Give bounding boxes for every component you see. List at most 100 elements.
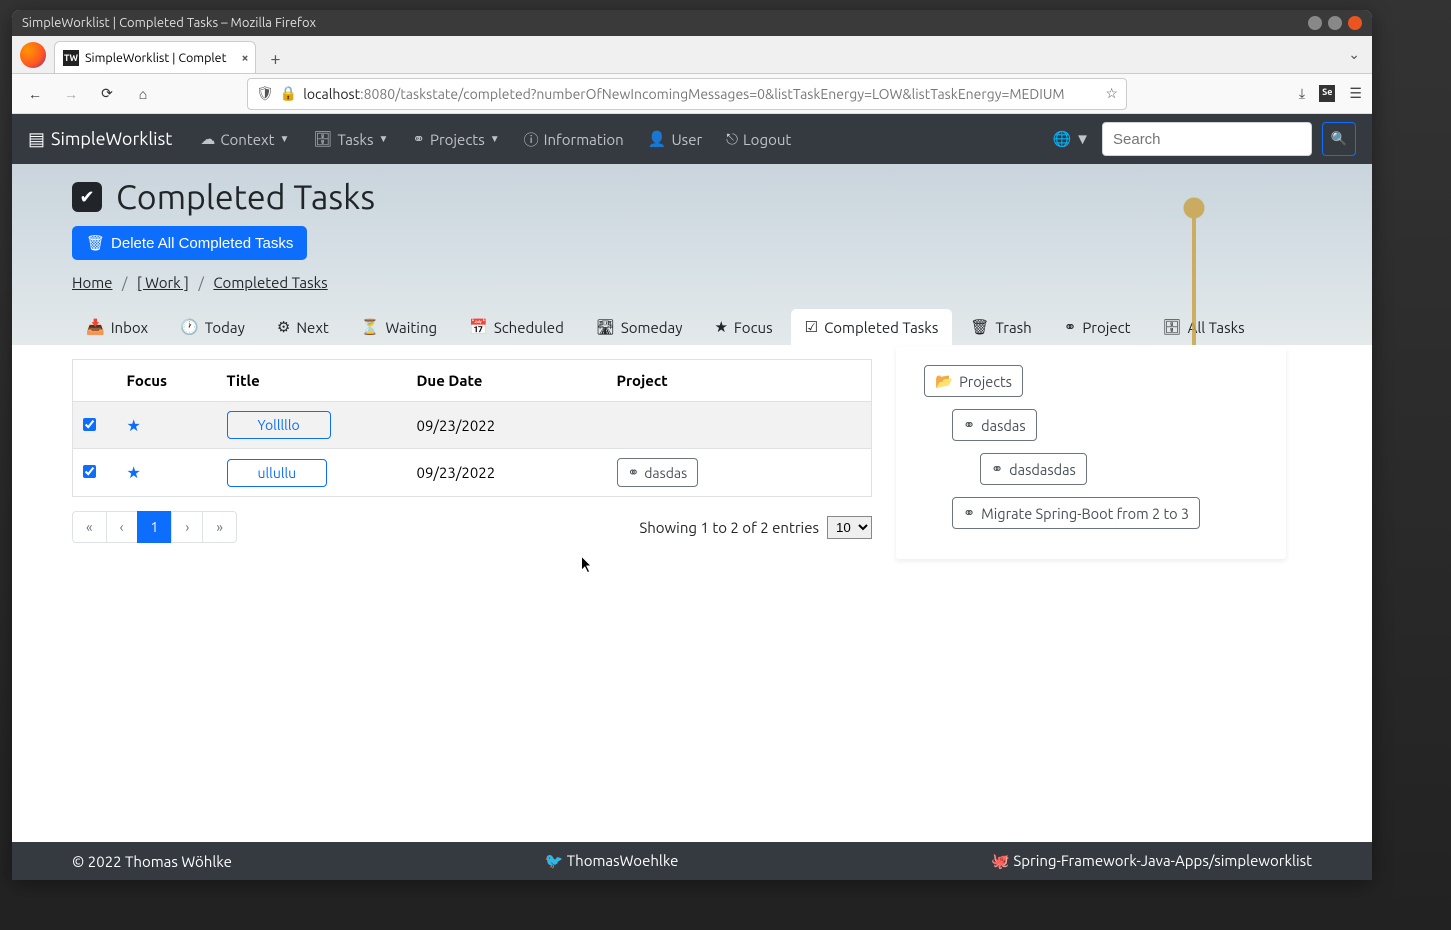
logout-icon: ⎋	[726, 130, 738, 148]
sidebar-project-item[interactable]: ⚭dasdasdas	[980, 453, 1087, 485]
twitter-icon: 🐦	[545, 852, 564, 869]
back-button[interactable]: ←	[22, 81, 48, 107]
star-icon: ★	[714, 318, 727, 336]
tab-waiting[interactable]: ⏳Waiting	[347, 309, 451, 345]
home-button[interactable]: ⌂	[130, 81, 156, 107]
th-due[interactable]: Due Date	[407, 360, 607, 402]
shield-icon: 🛡	[256, 85, 274, 102]
page-first[interactable]: «	[72, 511, 107, 543]
tasks-table: Focus Title Due Date Project ★ Yolllllo 09…	[72, 359, 872, 497]
page-1[interactable]: 1	[137, 511, 173, 543]
paging-row: « ‹ 1 › » Showing 1 to 2 of 2 entries 10	[72, 511, 872, 543]
minimize-button[interactable]	[1308, 16, 1322, 30]
nav-logout[interactable]: ⎋Logout	[716, 122, 801, 156]
footer: © 2022 Thomas Wöhlke 🐦 ThomasWoehlke 🐙 S…	[12, 842, 1372, 880]
task-due: 09/23/2022	[407, 449, 607, 497]
breadcrumb-current[interactable]: Completed Tasks	[213, 274, 327, 291]
page-title: ✔ Completed Tasks	[72, 178, 1312, 216]
page-next[interactable]: ›	[171, 511, 203, 543]
task-project-link[interactable]: ⚭dasdas	[617, 458, 699, 487]
th-project[interactable]: Project	[607, 360, 872, 402]
tab-scheduled[interactable]: 📅Scheduled	[455, 309, 578, 345]
th-title[interactable]: Title	[217, 360, 407, 402]
firefox-logo-icon	[20, 42, 46, 68]
browser-tab[interactable]: TW SimpleWorklist | Complet ×	[54, 41, 256, 73]
branch-icon: ⚭	[963, 504, 975, 522]
tab-inbox[interactable]: 📥Inbox	[72, 309, 162, 345]
database-icon: 🗄	[1163, 318, 1182, 336]
footer-github[interactable]: Spring-Framework-Java-Apps/simpleworklis…	[1013, 852, 1312, 869]
forward-button[interactable]: →	[58, 81, 84, 107]
new-tab-button[interactable]: +	[262, 45, 290, 73]
sidebar-projects-root[interactable]: 📂 Projects	[924, 365, 1023, 397]
footer-copyright: © 2022 Thomas Wöhlke	[72, 853, 232, 870]
nav-projects[interactable]: ⚭Projects▼	[402, 122, 509, 156]
nav-context[interactable]: ☁Context▼	[190, 122, 299, 156]
sidebar-project-item[interactable]: ⚭Migrate Spring-Boot from 2 to 3	[952, 497, 1200, 529]
url-bar[interactable]: 🛡 🔒 localhost:8080/taskstate/completed?n…	[247, 78, 1127, 110]
row-checkbox[interactable]	[83, 418, 96, 431]
th-focus[interactable]: Focus	[117, 360, 217, 402]
check-icon: ✔	[72, 182, 102, 212]
page-content: ▤ SimpleWorklist ☁Context▼ 🗄Tasks▼ ⚭Proj…	[12, 114, 1372, 880]
selenium-icon[interactable]: Se	[1319, 85, 1335, 102]
task-due: 09/23/2022	[407, 402, 607, 449]
check-square-icon: ☑	[805, 318, 818, 336]
github-icon: 🐙	[991, 852, 1010, 869]
inbox-icon: 📥	[86, 318, 105, 336]
browser-toolbar: ← → ⟳ ⌂ 🛡 🔒 localhost:8080/taskstate/com…	[12, 74, 1372, 114]
hero-section: ✔ Completed Tasks 🗑 Delete All Completed…	[12, 164, 1372, 345]
mouse-cursor-icon	[580, 555, 594, 575]
search-button[interactable]: 🔍	[1322, 122, 1356, 156]
page-size-select[interactable]: 10	[827, 516, 872, 539]
tab-today[interactable]: 🕐Today	[166, 309, 259, 345]
sidebar-project-item[interactable]: ⚭dasdas	[952, 409, 1037, 441]
browser-window: SimpleWorklist | Completed Tasks – Mozil…	[12, 10, 1372, 880]
focus-star-icon[interactable]: ★	[127, 417, 141, 435]
page-last[interactable]: »	[202, 511, 237, 543]
tab-next[interactable]: ⚙Next	[263, 309, 343, 345]
tab-focus[interactable]: ★Focus	[700, 309, 786, 345]
nav-information[interactable]: ⓘInformation	[514, 121, 634, 158]
focus-star-icon[interactable]: ★	[127, 464, 141, 482]
nav-tasks[interactable]: 🗄Tasks▼	[303, 122, 398, 156]
globe-icon: 🌐	[1052, 130, 1071, 148]
delete-all-button[interactable]: 🗑 Delete All Completed Tasks	[72, 226, 307, 260]
branch-icon: ⚭	[963, 416, 975, 434]
tab-trash[interactable]: 🗑Trash	[956, 309, 1045, 345]
task-title-link[interactable]: ullullu	[227, 459, 328, 487]
breadcrumb-work[interactable]: [ Work ]	[137, 274, 189, 291]
tab-project[interactable]: ⚭Project	[1050, 309, 1145, 345]
browser-tabbar: TW SimpleWorklist | Complet × + ⌄	[12, 36, 1372, 74]
close-window-button[interactable]	[1348, 16, 1362, 30]
pocket-icon[interactable]: ⤓	[1299, 85, 1305, 102]
reload-button[interactable]: ⟳	[94, 81, 120, 107]
gears-icon: ⚙	[277, 318, 290, 336]
tab-all[interactable]: 🗄All Tasks	[1149, 309, 1259, 345]
language-button[interactable]: 🌐▼	[1044, 124, 1098, 154]
cloud-icon: ☁	[200, 130, 215, 148]
brand[interactable]: ▤ SimpleWorklist	[28, 129, 172, 150]
row-checkbox[interactable]	[83, 465, 96, 478]
favicon-icon: TW	[63, 50, 79, 66]
tab-someday[interactable]: 🛣Someday	[582, 309, 697, 345]
pager: « ‹ 1 › »	[72, 511, 237, 543]
breadcrumb-home[interactable]: Home	[72, 274, 112, 291]
bookmark-button[interactable]: ☆	[1105, 85, 1118, 102]
task-title-link[interactable]: Yolllllo	[227, 411, 331, 439]
branch-icon: ⚭	[628, 464, 640, 481]
nav-user[interactable]: 👤User	[638, 122, 712, 156]
tabs-dropdown-button[interactable]: ⌄	[1348, 46, 1360, 63]
search-input[interactable]	[1102, 122, 1312, 156]
main-area: Focus Title Due Date Project ★ Yolllllo 09…	[12, 345, 1372, 842]
page-prev[interactable]: ‹	[106, 511, 138, 543]
menu-button[interactable]: ☰	[1349, 85, 1362, 102]
trash-icon: 🗑	[86, 234, 105, 252]
road-icon: 🛣	[596, 318, 615, 336]
maximize-button[interactable]	[1328, 16, 1342, 30]
window-titlebar: SimpleWorklist | Completed Tasks – Mozil…	[12, 10, 1372, 36]
tab-completed[interactable]: ☑Completed Tasks	[791, 309, 953, 345]
close-tab-button[interactable]: ×	[241, 51, 248, 65]
footer-twitter[interactable]: ThomasWoehlke	[567, 852, 679, 869]
projects-sidebar: 📂 Projects ⚭dasdas ⚭dasdasdas ⚭Migrate Spr…	[896, 347, 1286, 559]
